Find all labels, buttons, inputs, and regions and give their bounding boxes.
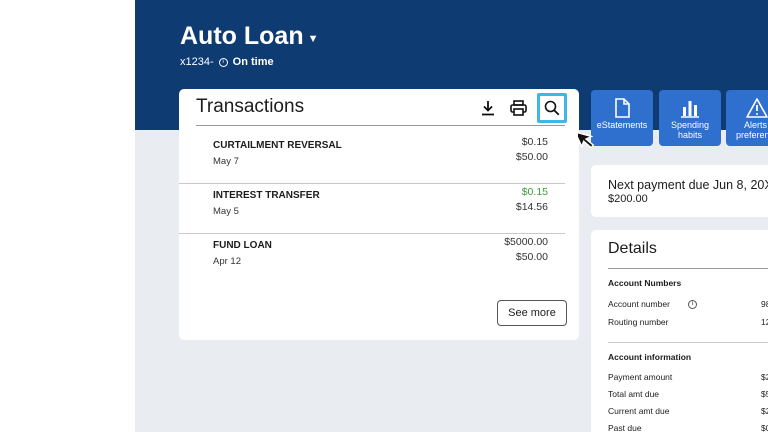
total-amt-due-value: $5 — [761, 389, 768, 399]
tile-label: Spending — [670, 120, 710, 130]
warning-icon — [746, 98, 768, 118]
transaction-balance: $50.00 — [515, 151, 548, 163]
transaction-amount: $0.15 — [521, 136, 548, 148]
alerts-preferences-tile[interactable]: Alerts preferences — [726, 90, 768, 146]
see-more-button[interactable]: See more — [497, 300, 567, 326]
tile-label: habits — [677, 130, 703, 140]
estatements-tile[interactable]: eStatements — [591, 90, 653, 146]
details-title: Details — [608, 240, 657, 257]
account-subtitle: x1234- i On time — [180, 56, 274, 68]
next-payment-amount: $200.00 — [608, 193, 648, 205]
table-row[interactable]: CURTAILMENT REVERSAL May 7 $0.15 $50.00 — [179, 134, 565, 184]
routing-number-value: 12 — [761, 317, 768, 327]
tile-label: eStatements — [596, 120, 648, 130]
info-icon[interactable]: i — [218, 57, 228, 67]
past-due-label: Past due — [608, 423, 642, 432]
status-badge: On time — [232, 56, 274, 68]
divider — [608, 342, 768, 343]
account-title: Auto Loan — [180, 22, 304, 50]
printer-icon — [509, 100, 527, 116]
table-row[interactable]: INTEREST TRANSFER May 5 $0.15 $14.56 — [179, 184, 565, 234]
payment-amount-value: $2 — [761, 372, 768, 382]
transaction-name: CURTAILMENT REVERSAL — [213, 140, 342, 151]
account-title-dropdown[interactable]: Auto Loan ▼ — [180, 22, 318, 51]
spending-habits-tile[interactable]: Spending habits — [659, 90, 721, 146]
transaction-name: INTEREST TRANSFER — [213, 190, 320, 201]
bar-chart-icon — [681, 101, 699, 118]
left-margin — [0, 0, 135, 432]
account-information-heading: Account information — [608, 352, 692, 362]
search-button[interactable] — [537, 93, 567, 123]
table-row[interactable]: FUND LOAN Apr 12 $5000.00 $50.00 — [179, 234, 565, 284]
transactions-title: Transactions — [196, 96, 305, 117]
transaction-amount: $0.15 — [521, 186, 548, 198]
account-number-label-row: Account number i — [608, 299, 697, 309]
routing-number-label: Routing number — [608, 317, 669, 327]
details-card: Details Account Numbers Account number i… — [591, 230, 768, 432]
past-due-value: $0 — [761, 423, 768, 432]
mouse-cursor-icon — [578, 130, 595, 149]
current-amt-due-label: Current amt due — [608, 406, 670, 416]
payment-amount-label: Payment amount — [608, 372, 673, 382]
transaction-balance: $50.00 — [515, 251, 548, 263]
tile-label: preferences — [736, 130, 768, 140]
document-icon — [615, 98, 630, 118]
account-number-label: Account number — [608, 299, 670, 309]
transaction-name: FUND LOAN — [213, 240, 272, 251]
transactions-toolbar — [477, 93, 567, 123]
transaction-date: May 7 — [213, 156, 239, 167]
download-button[interactable] — [477, 97, 499, 119]
divider — [196, 125, 565, 126]
transactions-card: Transactions CURTAILMENT REVERSAL May 7 … — [179, 89, 579, 340]
print-button[interactable] — [507, 97, 529, 119]
transaction-date: Apr 12 — [213, 256, 241, 267]
divider — [608, 268, 768, 269]
account-number: x1234- — [180, 56, 214, 68]
transaction-date: May 5 — [213, 206, 239, 217]
current-amt-due-value: $2 — [761, 406, 768, 416]
account-numbers-heading: Account Numbers — [608, 278, 682, 288]
next-payment-card: Next payment due Jun 8, 20XX $200.00 — [591, 165, 768, 217]
next-payment-title: Next payment due Jun 8, 20XX — [608, 178, 768, 192]
app-window: Auto Loan ▼ x1234- i On time Transaction… — [135, 0, 768, 432]
transaction-balance: $14.56 — [515, 201, 548, 213]
search-icon — [544, 100, 560, 116]
download-icon — [482, 101, 494, 116]
info-icon[interactable]: i — [687, 299, 697, 309]
transaction-amount: $5000.00 — [504, 236, 548, 248]
account-number-value: 98 — [761, 299, 768, 309]
tile-label: Alerts — [744, 120, 768, 130]
total-amt-due-label: Total amt due — [608, 389, 660, 399]
chevron-down-icon: ▼ — [307, 32, 319, 45]
